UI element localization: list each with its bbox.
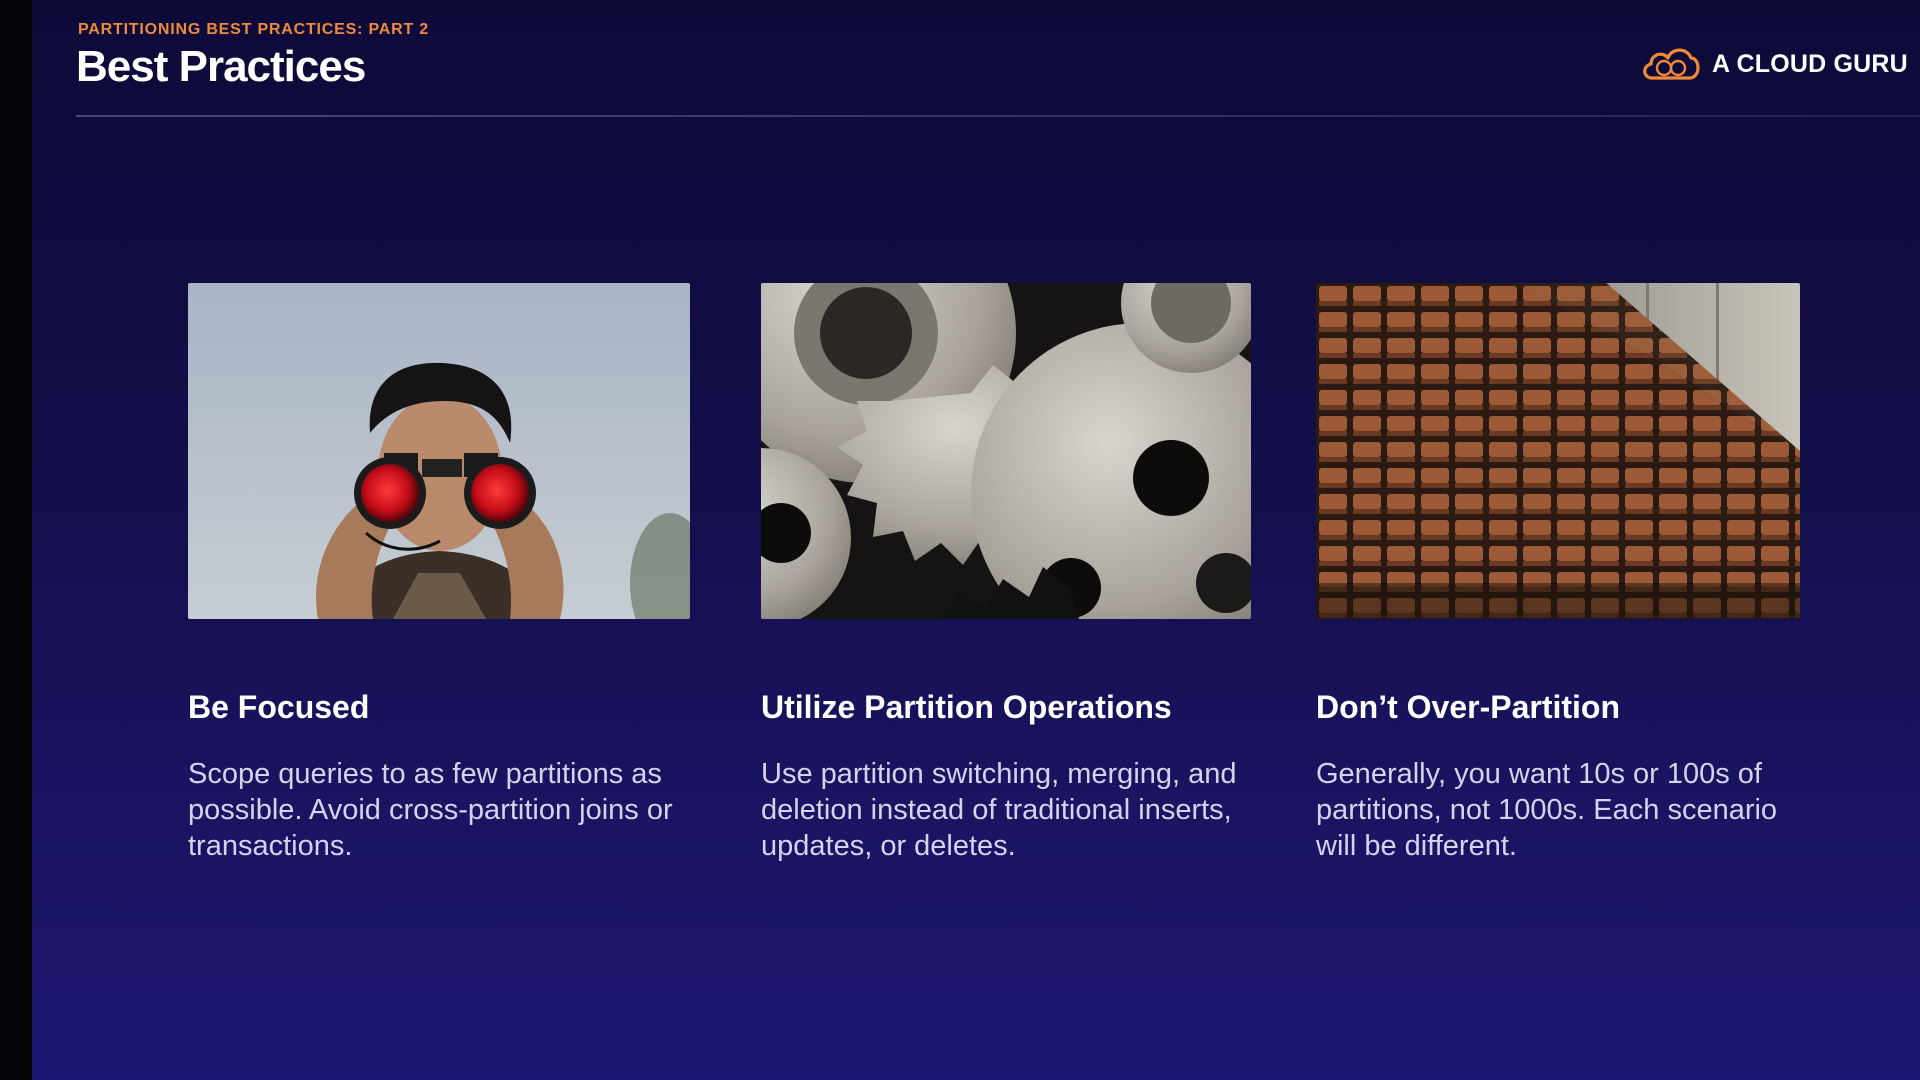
slide-kicker: PARTITIONING BEST PRACTICES: PART 2 (78, 21, 429, 38)
cloud-logo-icon (1640, 44, 1702, 84)
slide: PARTITIONING BEST PRACTICES: PART 2 Best… (32, 0, 1920, 1080)
card-title: Be Focused (188, 689, 370, 725)
card-body: Use partition switching, merging, and de… (761, 758, 1237, 862)
person-with-binoculars-image (188, 283, 690, 619)
auditorium-seats-image (1316, 283, 1800, 619)
card-title: Don’t Over-Partition (1316, 689, 1621, 725)
left-black-bar (0, 0, 32, 1080)
card-be-focused: Be Focused Scope queries to as few parti… (188, 283, 690, 864)
brand-name: A CLOUD GURU (1712, 49, 1908, 78)
header-divider (76, 115, 1920, 117)
slide-title: Best Practices (76, 42, 366, 91)
metal-gears-image (761, 283, 1251, 619)
card-body: Generally, you want 10s or 100s of parti… (1316, 758, 1778, 862)
brand-logo: A CLOUD GURU (1640, 42, 1908, 86)
card-body: Scope queries to as few partitions as po… (188, 758, 673, 862)
card-dont-over-partition: Don’t Over-Partition Generally, you want… (1316, 283, 1800, 864)
card-partition-operations: Utilize Partition Operations Use partiti… (761, 283, 1251, 864)
card-title: Utilize Partition Operations (761, 689, 1172, 725)
